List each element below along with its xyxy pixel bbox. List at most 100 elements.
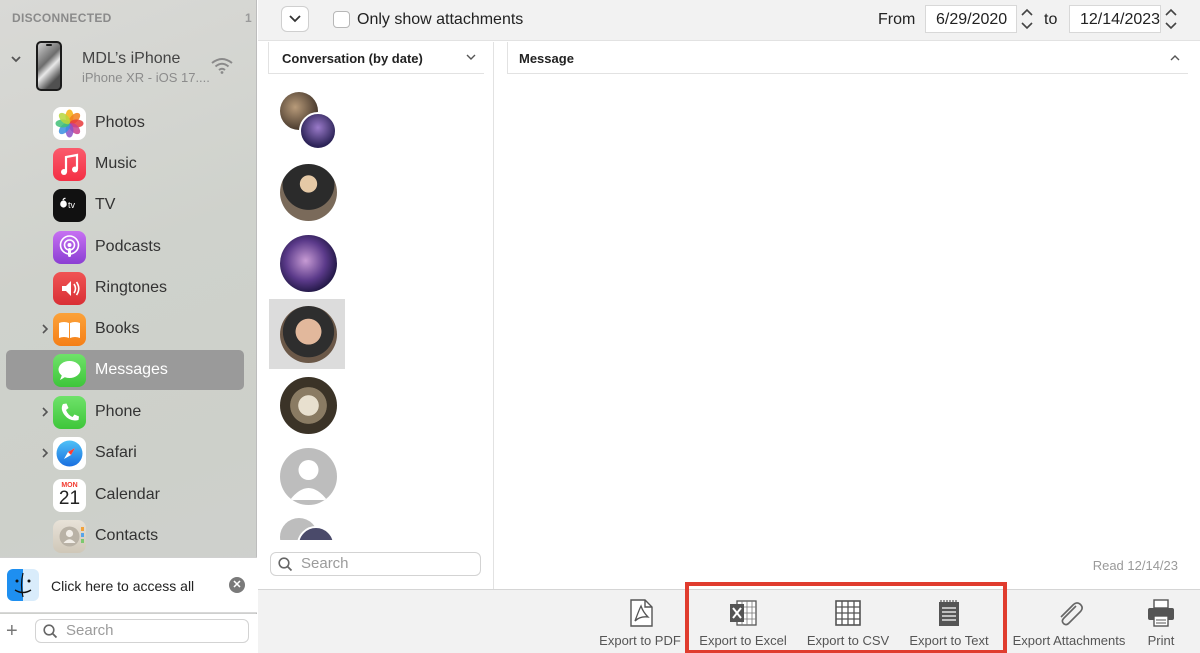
- sidebar-item-photos[interactable]: Photos: [6, 103, 244, 143]
- sidebar-item-phone[interactable]: Phone: [6, 392, 244, 432]
- sidebar-item-podcasts[interactable]: Podcasts: [6, 227, 244, 267]
- sidebar-item-label: Contacts: [95, 527, 159, 544]
- conversation-item[interactable]: [269, 372, 345, 442]
- chevron-up-icon: [1170, 55, 1180, 61]
- messages-icon: [53, 354, 86, 387]
- sidebar-search-input[interactable]: [66, 622, 216, 639]
- sidebar-item-label: Phone: [95, 403, 142, 420]
- to-date-field[interactable]: 12/14/2023: [1069, 5, 1161, 33]
- export-to-csv-button[interactable]: Export to CSV: [800, 590, 896, 653]
- add-icon[interactable]: +: [6, 620, 18, 643]
- export-label: Export Attachments: [1012, 633, 1126, 648]
- device-count: 1: [245, 11, 252, 25]
- device-subtitle: iPhone XR - iOS 17....: [82, 70, 210, 85]
- export-to-excel-button[interactable]: Export to Excel: [695, 590, 791, 653]
- calendar-day: 21: [58, 488, 81, 509]
- csv-icon: [835, 600, 861, 626]
- from-date-stepper[interactable]: [1019, 5, 1035, 33]
- export-label: Export to CSV: [806, 633, 890, 648]
- export-to-pdf-button[interactable]: Export to PDF: [594, 590, 686, 653]
- device-row[interactable]: MDL’s iPhone iPhone XR - iOS 17....: [0, 38, 257, 94]
- chevron-right-icon[interactable]: [40, 323, 50, 335]
- safari-icon: [53, 437, 86, 470]
- sidebar-item-safari[interactable]: Safari: [6, 433, 244, 473]
- avatar: [280, 164, 337, 221]
- export-label: Print: [1147, 633, 1175, 648]
- finder-banner[interactable]: Click here to access all ✕: [0, 557, 257, 613]
- options-dropdown[interactable]: [281, 6, 309, 32]
- sidebar-item-messages[interactable]: Messages: [6, 350, 244, 390]
- conversation-item[interactable]: [269, 230, 345, 300]
- sidebar-item-contacts[interactable]: Contacts: [6, 516, 244, 556]
- chevron-down-icon: [466, 54, 476, 60]
- text-icon: [939, 600, 959, 626]
- sidebar-header: DISCONNECTED 1: [12, 11, 252, 25]
- sidebar-item-label: TV: [95, 196, 116, 213]
- calendar-icon: MON 21: [53, 479, 86, 512]
- svg-text:tv: tv: [68, 200, 76, 210]
- sidebar: DISCONNECTED 1 MDL’s iPhone iPhone XR - …: [0, 0, 257, 653]
- sidebar-item-label: Books: [95, 320, 140, 337]
- tv-icon: tv: [53, 189, 86, 222]
- avatar: [280, 306, 337, 363]
- sidebar-item-tv[interactable]: tv TV: [6, 185, 244, 225]
- sidebar-item-calendar[interactable]: MON 21 Calendar: [6, 475, 244, 515]
- conversation-list: Conversation (by date): [258, 42, 494, 589]
- chevron-down-icon[interactable]: [9, 52, 23, 66]
- export-label: Export to Excel: [699, 633, 787, 648]
- read-status: Read 12/14/23: [1092, 558, 1178, 573]
- excel-icon: [730, 600, 757, 626]
- sidebar-item-label: Podcasts: [95, 238, 161, 255]
- avatar: [280, 235, 337, 292]
- finder-banner-text[interactable]: Click here to access all: [51, 578, 194, 594]
- only-attachments-checkbox[interactable]: [333, 11, 350, 28]
- avatar-placeholder: [280, 448, 337, 505]
- sidebar-item-label: Safari: [95, 444, 137, 461]
- sidebar-item-books[interactable]: Books: [6, 309, 244, 349]
- ringtones-icon: [53, 272, 86, 305]
- conversation-item[interactable]: [269, 442, 345, 512]
- phone-icon: [53, 396, 86, 429]
- chevron-right-icon[interactable]: [40, 406, 50, 418]
- from-date-field[interactable]: 6/29/2020: [925, 5, 1017, 33]
- sidebar-search[interactable]: [35, 619, 249, 643]
- iphone-icon: [36, 41, 62, 91]
- conversation-search[interactable]: [270, 552, 481, 576]
- message-column-header[interactable]: Message: [507, 42, 1188, 74]
- message-header-title: Message: [519, 51, 574, 66]
- sidebar-item-ringtones[interactable]: Ringtones: [6, 268, 244, 308]
- sidebar-item-music[interactable]: Music: [6, 144, 244, 184]
- only-attachments-label[interactable]: Only show attachments: [357, 11, 523, 29]
- device-name: MDL’s iPhone: [82, 50, 181, 67]
- conversation-column-header[interactable]: Conversation (by date): [268, 42, 484, 74]
- conversation-search-input[interactable]: [301, 555, 451, 572]
- conversation-header-title: Conversation (by date): [282, 51, 423, 66]
- export-label: Export to PDF: [599, 633, 681, 648]
- filter-toolbar: Only show attachments From 6/29/2020 to …: [258, 0, 1200, 41]
- export-to-text-button[interactable]: Export to Text: [903, 590, 995, 653]
- conversation-item[interactable]: [269, 158, 345, 228]
- conversation-item-selected[interactable]: [269, 299, 345, 369]
- print-button[interactable]: Print: [1138, 590, 1184, 653]
- to-date-stepper[interactable]: [1163, 5, 1179, 33]
- sidebar-item-label: Calendar: [95, 486, 160, 503]
- close-icon[interactable]: ✕: [229, 577, 245, 593]
- export-toolbar: Export to PDF Export to Excel Export to …: [258, 582, 1200, 653]
- search-icon: [43, 624, 58, 639]
- music-icon: [53, 148, 86, 181]
- conversation-item[interactable]: [269, 88, 345, 158]
- chevron-right-icon[interactable]: [40, 447, 50, 459]
- export-attachments-button[interactable]: Export Attachments: [1006, 590, 1132, 653]
- contacts-icon: [53, 520, 86, 553]
- connection-status: DISCONNECTED: [12, 11, 112, 25]
- conversation-item[interactable]: [269, 512, 345, 540]
- sidebar-bottom-bar: +: [0, 614, 257, 653]
- avatar: [299, 112, 337, 150]
- search-icon: [278, 557, 293, 572]
- to-label: to: [1044, 11, 1058, 28]
- books-icon: [53, 313, 86, 346]
- sidebar-item-label: Music: [95, 155, 137, 172]
- podcasts-icon: [53, 231, 86, 264]
- finder-icon: [7, 569, 39, 601]
- pdf-icon: [630, 599, 653, 627]
